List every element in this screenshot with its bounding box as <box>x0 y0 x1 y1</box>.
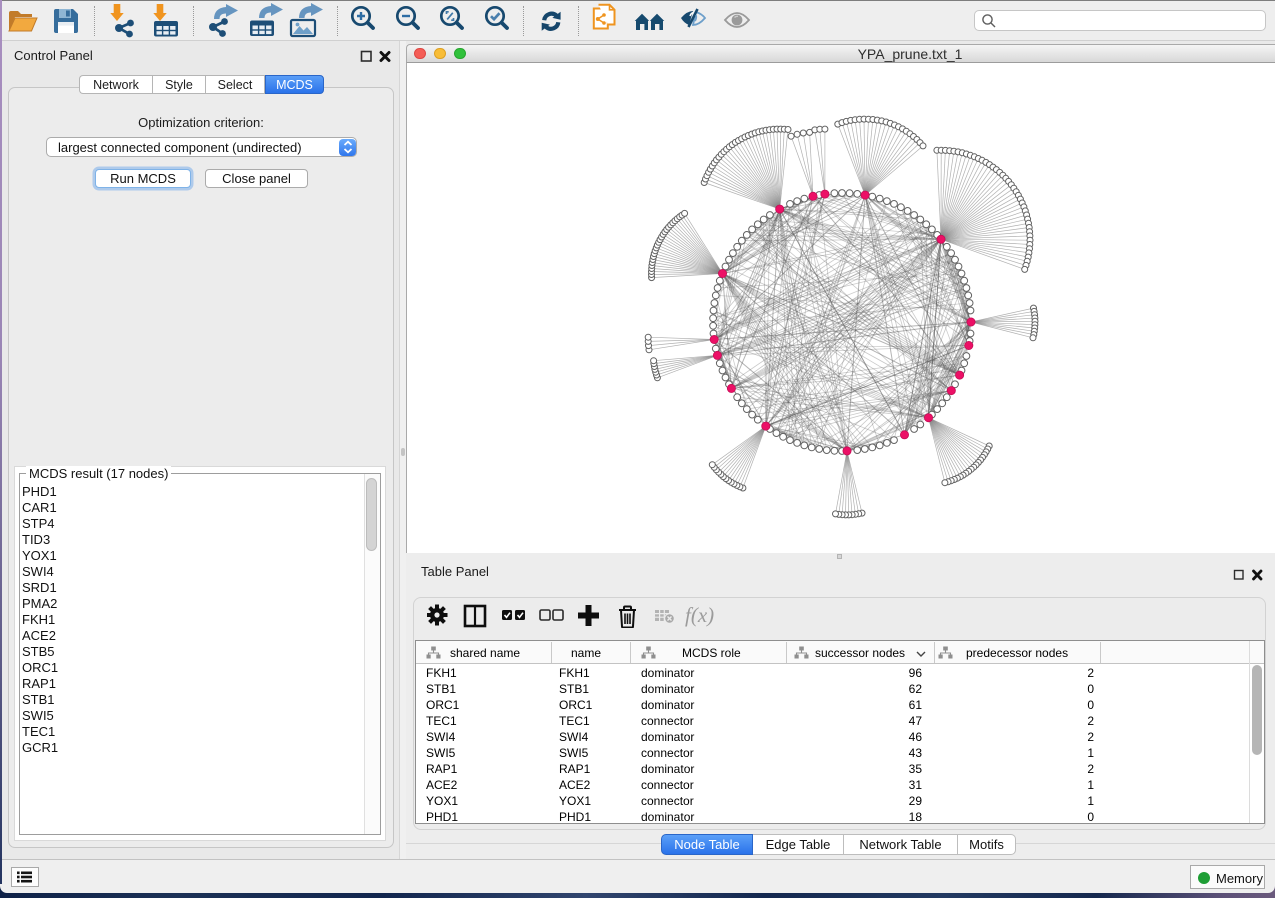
svg-text:f(x): f(x) <box>685 604 714 627</box>
